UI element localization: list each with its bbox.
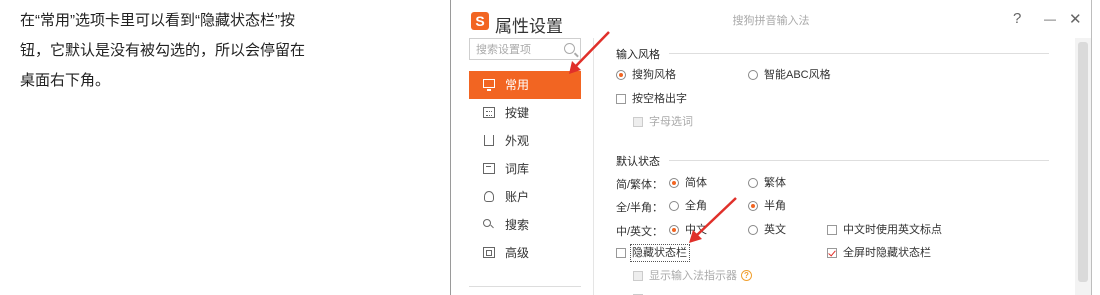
settings-dialog: S 属性设置 搜狗拼音输入法 ? — ✕ 搜索设置项 常用 按键 外观 词库 账… [450, 0, 1092, 295]
arrow-to-common-tab [569, 31, 610, 74]
article-line-2: 钮，它默认是没有被勾选的，所以会停留在 [20, 42, 306, 59]
article-line-3: 桌面右下角。 [20, 72, 111, 89]
annotation-arrows [569, 31, 737, 243]
arrow-to-hide-status-bar [689, 197, 737, 243]
article-line-1: 在“常用”选项卡里可以看到“隐藏状态栏”按 [20, 12, 295, 29]
article-text: 在“常用”选项卡里可以看到“隐藏状态栏”按 钮，它默认是没有被勾选的，所以会停留… [20, 6, 400, 96]
